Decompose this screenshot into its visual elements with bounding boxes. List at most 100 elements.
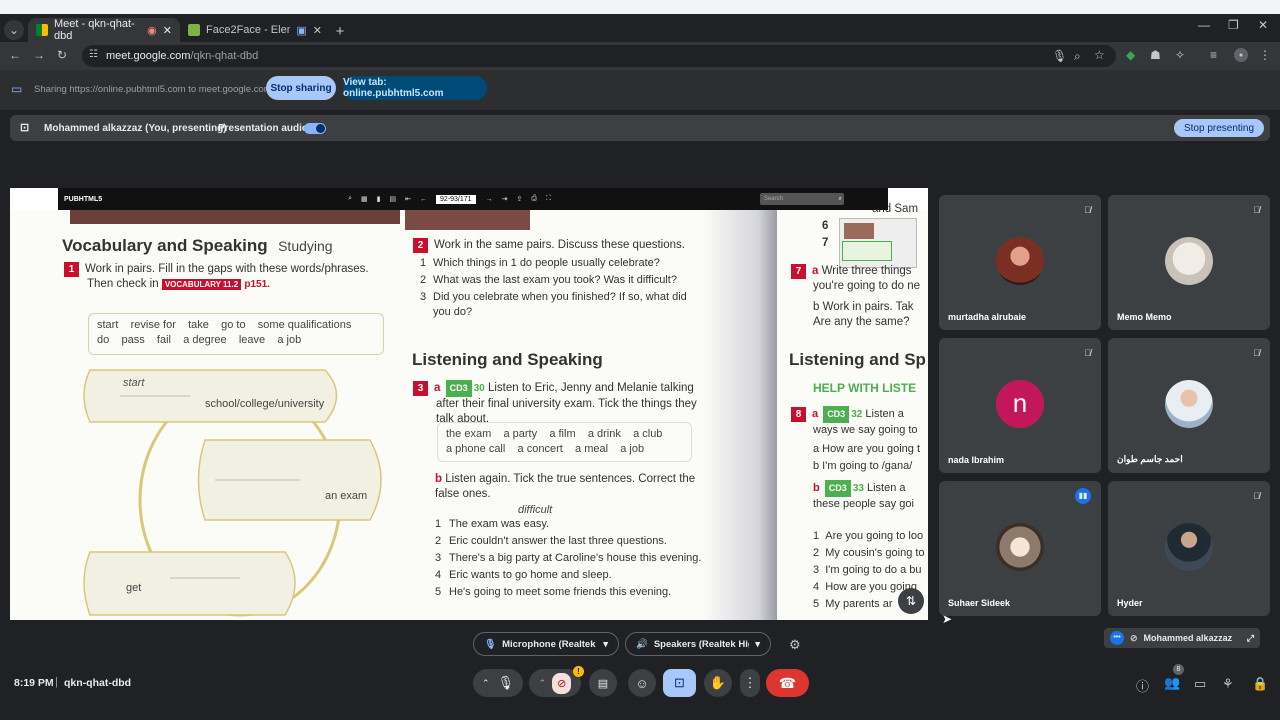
ex3-block: 3a CD3 30 Listen to Eric, Jenny and Melan… (413, 380, 738, 427)
extension-green-icon[interactable]: ◆ (1126, 48, 1135, 62)
thumbnails-icon[interactable]: ▦ (361, 195, 368, 203)
avatar-initial: n (996, 380, 1044, 428)
extensions-puzzle-icon[interactable]: ✧ (1175, 48, 1185, 62)
last-page-icon[interactable]: ⇥ (502, 195, 508, 203)
book-page-middle: 2 Work in the same pairs. Discuss these q… (405, 210, 777, 620)
ex7-b: b Work in pairs. Tak (813, 301, 914, 313)
settings-gear-icon[interactable]: ⚙ (789, 637, 801, 653)
zoom-out-icon[interactable]: ⌕ (348, 195, 352, 203)
ex7-line1: Write three things (821, 265, 912, 277)
scroll-button[interactable]: ⇅ (898, 588, 924, 614)
ex2-q1: 1 Which things in 1 do people usually cel… (419, 257, 660, 269)
tab-close-icon[interactable]: ✕ (313, 24, 322, 37)
host-controls-lock-icon[interactable]: 🔒 (1252, 676, 1268, 692)
site-info-icon[interactable]: ☷ (89, 49, 98, 60)
sharing-message: Sharing https://online.pubhtml5.com to m… (34, 84, 272, 95)
mic-permission-icon[interactable]: 🎙 (1052, 49, 1067, 63)
stop-presenting-button[interactable]: Stop presenting (1174, 119, 1264, 137)
window-close-icon[interactable]: ✕ (1258, 18, 1268, 32)
diagram-exam-label: an exam (325, 490, 368, 502)
raise-hand-button[interactable]: ✋ (704, 669, 732, 697)
profile-avatar-icon[interactable]: ● (1234, 48, 1248, 62)
chat-icon[interactable]: ▭ (1194, 676, 1206, 692)
meeting-details-icon[interactable]: ⓘ (1136, 676, 1149, 695)
ex3b-sentences: 1 The exam was easy. 2 Eric couldn't answe… (435, 516, 755, 601)
tab-close-icon[interactable]: ✕ (163, 24, 172, 37)
diagram-start-label: start (123, 377, 145, 389)
right-num-6: 6 (822, 220, 829, 232)
ex2-q3: 3 Did you celebrate when you finished? If… (419, 291, 687, 318)
expand-icon[interactable]: ⤢ (1247, 633, 1254, 644)
page-thumbnail[interactable] (839, 218, 917, 268)
mic-off-icon: 🎙̸ (1084, 205, 1091, 215)
participant-tile[interactable]: 🎙̸ احمد جاسم طوان (1108, 338, 1270, 473)
forward-icon[interactable]: → (33, 48, 45, 62)
participant-tile[interactable]: 🎙̸ Memo Memo (1108, 195, 1270, 330)
back-icon[interactable]: ← (9, 48, 21, 62)
r-sentence-3: 3 I'm going to do a bu (813, 564, 922, 576)
avatar (1165, 237, 1213, 285)
next-page-icon[interactable]: → (486, 196, 493, 203)
r-sentence-1: 1 Are you going to loo (813, 530, 924, 542)
ex7-b2: Are any the same? (813, 316, 910, 328)
first-page-icon[interactable]: ⇤ (405, 195, 411, 203)
presentation-audio-toggle[interactable] (304, 123, 326, 134)
minimize-icon[interactable]: — (1198, 18, 1210, 32)
hand-icon: ✋ (709, 675, 727, 690)
search-icon: ⌕ (838, 195, 842, 202)
fullscreen-icon[interactable]: ⛶ (546, 195, 551, 203)
activities-icon[interactable]: ⚘ (1222, 676, 1234, 692)
stop-sharing-button[interactable]: Stop sharing (266, 76, 336, 100)
participant-tile[interactable]: ▮▮ Suhaer Sideek (939, 481, 1101, 616)
people-icon[interactable]: 👥 (1164, 675, 1180, 691)
reactions-button[interactable]: ☺ (628, 669, 656, 697)
tab-bar: ⌄ Meet - qkn-qhat-dbd ◉ ✕ Face2Face - El… (0, 14, 1280, 42)
restore-icon[interactable]: ❐ (1228, 18, 1239, 32)
participant-tile[interactable]: 🎙̸ n nada Ibrahim (939, 338, 1101, 473)
ex8-track: 32 (851, 409, 863, 420)
thumbnail-highlight (842, 241, 892, 261)
captions-button[interactable]: ▤ (589, 669, 617, 697)
reload-icon[interactable]: ↻ (57, 48, 67, 62)
window-top-strip (0, 0, 1280, 14)
participant-tile[interactable]: 🎙̸ murtadha alrubaie (939, 195, 1101, 330)
viewer-search-input[interactable]: Search ⌕ (759, 193, 844, 205)
present-button[interactable]: ⊡ (663, 669, 696, 697)
microphone-select[interactable]: 🎙 Microphone (Realtek Hig... ▾ (473, 632, 619, 656)
microphone-label: Microphone (Realtek Hig... (502, 638, 597, 650)
tab-meet[interactable]: Meet - qkn-qhat-dbd ◉ ✕ (28, 18, 180, 42)
previous-page-icon[interactable]: ← (420, 196, 427, 203)
leave-call-button[interactable]: ☎ (766, 669, 809, 697)
bookmark-icon[interactable]: ▮ (377, 195, 381, 203)
speaker-icon: 🔊 (636, 638, 648, 650)
participant-tile[interactable]: 🎙̸ Hyder (1108, 481, 1270, 616)
book-page-left: Vocabulary and Speaking Studying 1 Work i… (10, 210, 405, 620)
new-tab-icon[interactable]: + (330, 20, 350, 42)
speakers-select[interactable]: 🔊 Speakers (Realtek High D... ▾ (625, 632, 771, 656)
url-field[interactable]: ☷ meet.google.com/qkn-qhat-dbd 🎙 ⌕ ☆ (82, 45, 1116, 67)
tab-face2face[interactable]: Face2Face - Elementary - St ▣ ✕ (180, 18, 330, 42)
bookmark-star-icon[interactable]: ☆ (1094, 48, 1105, 62)
avatar (1165, 523, 1213, 571)
media-controls-icon[interactable]: ≡ (1210, 48, 1217, 62)
browser-menu-icon[interactable]: ⋮ (1259, 48, 1271, 62)
table-of-contents-icon[interactable]: ▤ (390, 195, 397, 203)
clock-divider: | (55, 676, 58, 688)
extension-robot-icon[interactable]: ☗ (1150, 48, 1161, 62)
mic-icon: 🎙 (484, 638, 497, 650)
view-tab-button[interactable]: View tab: online.pubhtml5.com (343, 76, 487, 100)
tab-search-icon[interactable]: ⌄ (4, 20, 24, 40)
ex3b-line1: Listen again. Tick the true sentences. C… (445, 473, 696, 485)
print-icon[interactable]: ⎙ (531, 195, 537, 203)
share-icon[interactable]: ⇪ (516, 195, 522, 203)
sentence-5: 5 He's going to meet some friends this ev… (435, 586, 672, 598)
more-options-button[interactable]: ⋮ (740, 669, 760, 697)
sentence-1: 1 The exam was easy. (435, 518, 550, 530)
zoom-icon[interactable]: ⌕ (1074, 49, 1081, 64)
page-number-field[interactable]: 92-93/171 (436, 194, 476, 204)
word-box: start revise for take go to some qualifi… (88, 313, 384, 355)
mic-off-icon: 🎙̸ (1253, 491, 1260, 501)
self-view-pill[interactable]: ••• ⊘ Mohammed alkazzaz ⤢ (1104, 628, 1260, 648)
audio-options-button[interactable]: ⌃ 🎙 (473, 669, 523, 697)
diagram-get-label: get (126, 582, 142, 594)
